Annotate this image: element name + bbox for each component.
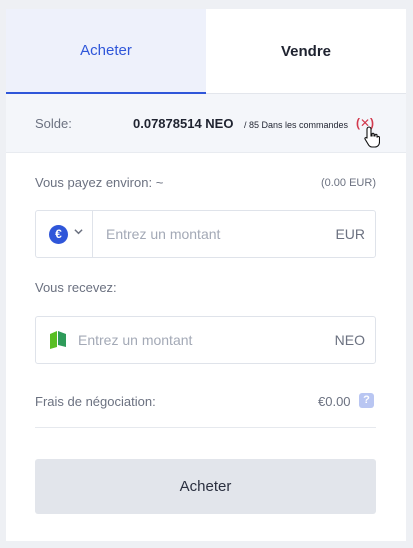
neo-icon bbox=[50, 331, 66, 349]
pay-estimate: (0.00 EUR) bbox=[320, 177, 376, 189]
currency-selector[interactable]: € bbox=[36, 211, 93, 257]
chevron-down-icon bbox=[74, 227, 83, 239]
divider bbox=[35, 427, 376, 428]
balance-bar: Solde: 0.07878514 NEO / 85 Dans les comm… bbox=[6, 94, 406, 153]
pay-amount-field: € Entrez un montant EUR bbox=[35, 210, 376, 258]
receive-amount-field: Entrez un montant NEO bbox=[35, 316, 376, 364]
balance-value: 0.07878514 NEO bbox=[133, 116, 234, 131]
tab-buy[interactable]: Acheter bbox=[6, 9, 206, 94]
pay-label: Vous payez environ: ~ bbox=[35, 175, 164, 190]
receive-currency-label: NEO bbox=[334, 332, 365, 348]
tab-sell[interactable]: Vendre bbox=[206, 9, 406, 94]
receive-label: Vous recevez: bbox=[35, 280, 117, 295]
buy-button[interactable]: Acheter bbox=[35, 459, 376, 514]
fee-label: Frais de négociation: bbox=[35, 394, 156, 409]
euro-icon: € bbox=[49, 225, 68, 244]
help-icon[interactable]: ? bbox=[359, 393, 374, 408]
receive-amount-input[interactable]: Entrez un montant bbox=[78, 332, 192, 348]
fee-value: €0.00 bbox=[318, 394, 351, 409]
in-orders-text: / 85 Dans les commandes bbox=[244, 120, 349, 130]
trade-tabs: Acheter Vendre bbox=[6, 9, 406, 94]
pay-currency-label: EUR bbox=[335, 226, 365, 242]
trade-card: Acheter Vendre Solde: 0.07878514 NEO / 8… bbox=[6, 9, 406, 541]
balance-label: Solde: bbox=[35, 116, 72, 131]
pay-amount-input[interactable]: Entrez un montant bbox=[106, 226, 220, 242]
pointer-cursor-icon bbox=[364, 126, 380, 148]
